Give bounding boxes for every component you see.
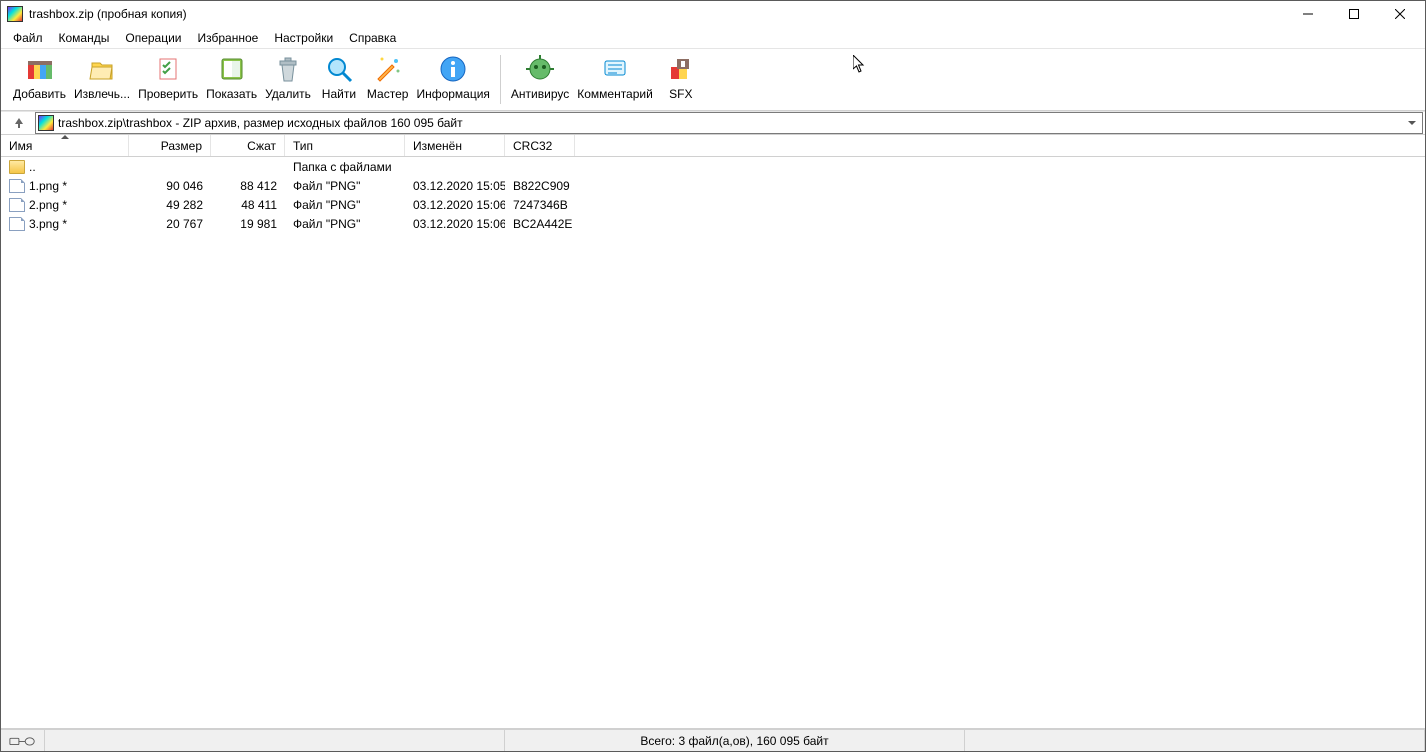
add-icon bbox=[24, 53, 56, 85]
toolbar-find-label: Найти bbox=[322, 87, 356, 101]
wizard-icon bbox=[372, 53, 404, 85]
file-row[interactable]: 3.png *20 76719 981Файл "PNG"03.12.2020 … bbox=[1, 214, 1425, 233]
toolbar-antivirus-button[interactable]: Антивирус bbox=[507, 51, 573, 103]
toolbar-add-label: Добавить bbox=[13, 87, 66, 101]
delete-icon bbox=[272, 53, 304, 85]
file-icon bbox=[9, 217, 25, 231]
column-name[interactable]: Имя bbox=[1, 135, 129, 156]
toolbar-info-button[interactable]: Информация bbox=[412, 51, 493, 103]
parent-folder-row[interactable]: ..Папка с файлами bbox=[1, 157, 1425, 176]
toolbar-extract-button[interactable]: Извлечь... bbox=[70, 51, 134, 103]
folder-icon bbox=[9, 160, 25, 174]
toolbar-sfx-button[interactable]: SFX bbox=[657, 51, 705, 103]
antivirus-icon bbox=[524, 53, 556, 85]
menu-commands[interactable]: Команды bbox=[51, 29, 118, 47]
menu-file[interactable]: Файл bbox=[5, 29, 51, 47]
menu-favorites[interactable]: Избранное bbox=[190, 29, 267, 47]
toolbar-delete-label: Удалить bbox=[265, 87, 311, 101]
info-icon bbox=[437, 53, 469, 85]
file-list[interactable]: ..Папка с файлами1.png *90 04688 412Файл… bbox=[1, 157, 1425, 729]
status-lock-icon[interactable] bbox=[1, 730, 45, 751]
toolbar-add-button[interactable]: Добавить bbox=[9, 51, 70, 103]
toolbar-find-button[interactable]: Найти bbox=[315, 51, 363, 103]
column-modified[interactable]: Изменён bbox=[405, 135, 505, 156]
toolbar-extract-label: Извлечь... bbox=[74, 87, 130, 101]
toolbar-view-label: Показать bbox=[206, 87, 257, 101]
column-crc[interactable]: CRC32 bbox=[505, 135, 575, 156]
column-type[interactable]: Тип bbox=[285, 135, 405, 156]
toolbar-comment-label: Комментарий bbox=[577, 87, 653, 101]
status-right bbox=[965, 730, 1425, 751]
toolbar-sfx-label: SFX bbox=[669, 87, 692, 101]
maximize-button[interactable] bbox=[1331, 1, 1377, 27]
close-button[interactable] bbox=[1377, 1, 1423, 27]
test-icon bbox=[152, 53, 184, 85]
window-title: trashbox.zip (пробная копия) bbox=[29, 7, 1285, 21]
column-size[interactable]: Размер bbox=[129, 135, 211, 156]
column-headers: Имя Размер Сжат Тип Изменён CRC32 bbox=[1, 135, 1425, 157]
window-buttons bbox=[1285, 1, 1423, 27]
toolbar-wizard-label: Мастер bbox=[367, 87, 409, 101]
file-name-label: 3.png * bbox=[29, 217, 67, 231]
path-text: trashbox.zip\trashbox - ZIP архив, разме… bbox=[58, 116, 1404, 130]
status-left bbox=[45, 730, 505, 751]
column-packed[interactable]: Сжат bbox=[211, 135, 285, 156]
toolbar-test-button[interactable]: Проверить bbox=[134, 51, 202, 103]
toolbar-comment-button[interactable]: Комментарий bbox=[573, 51, 657, 103]
file-row[interactable]: 2.png *49 28248 411Файл "PNG"03.12.2020 … bbox=[1, 195, 1425, 214]
toolbar: Добавить Извлечь... Проверить Показать Удали… bbox=[1, 49, 1425, 111]
statusbar: Всего: 3 файл(а,ов), 160 095 байт bbox=[1, 729, 1425, 751]
toolbar-info-label: Информация bbox=[416, 87, 489, 101]
file-name-label: 2.png * bbox=[29, 198, 67, 212]
file-name-label: .. bbox=[29, 160, 36, 174]
toolbar-separator bbox=[500, 55, 501, 104]
titlebar: trashbox.zip (пробная копия) bbox=[1, 1, 1425, 27]
file-name-label: 1.png * bbox=[29, 179, 67, 193]
view-icon bbox=[216, 53, 248, 85]
toolbar-view-button[interactable]: Показать bbox=[202, 51, 261, 103]
minimize-button[interactable] bbox=[1285, 1, 1331, 27]
find-icon bbox=[323, 53, 355, 85]
file-icon bbox=[9, 198, 25, 212]
extract-icon bbox=[86, 53, 118, 85]
winrar-icon bbox=[7, 6, 23, 22]
archive-icon bbox=[38, 115, 54, 131]
up-button[interactable] bbox=[3, 112, 35, 134]
toolbar-antivirus-label: Антивирус bbox=[511, 87, 569, 101]
menubar: Файл Команды Операции Избранное Настройк… bbox=[1, 27, 1425, 49]
menu-operations[interactable]: Операции bbox=[117, 29, 189, 47]
pathbar: trashbox.zip\trashbox - ZIP архив, разме… bbox=[1, 111, 1425, 135]
sfx-icon bbox=[665, 53, 697, 85]
toolbar-test-label: Проверить bbox=[138, 87, 198, 101]
menu-settings[interactable]: Настройки bbox=[266, 29, 341, 47]
status-mid: Всего: 3 файл(а,ов), 160 095 байт bbox=[505, 730, 965, 751]
file-row[interactable]: 1.png *90 04688 412Файл "PNG"03.12.2020 … bbox=[1, 176, 1425, 195]
toolbar-delete-button[interactable]: Удалить bbox=[261, 51, 315, 103]
menu-help[interactable]: Справка bbox=[341, 29, 404, 47]
file-icon bbox=[9, 179, 25, 193]
path-box[interactable]: trashbox.zip\trashbox - ZIP архив, разме… bbox=[35, 112, 1423, 134]
path-dropdown-icon[interactable] bbox=[1404, 116, 1420, 130]
comment-icon bbox=[599, 53, 631, 85]
toolbar-wizard-button[interactable]: Мастер bbox=[363, 51, 413, 103]
